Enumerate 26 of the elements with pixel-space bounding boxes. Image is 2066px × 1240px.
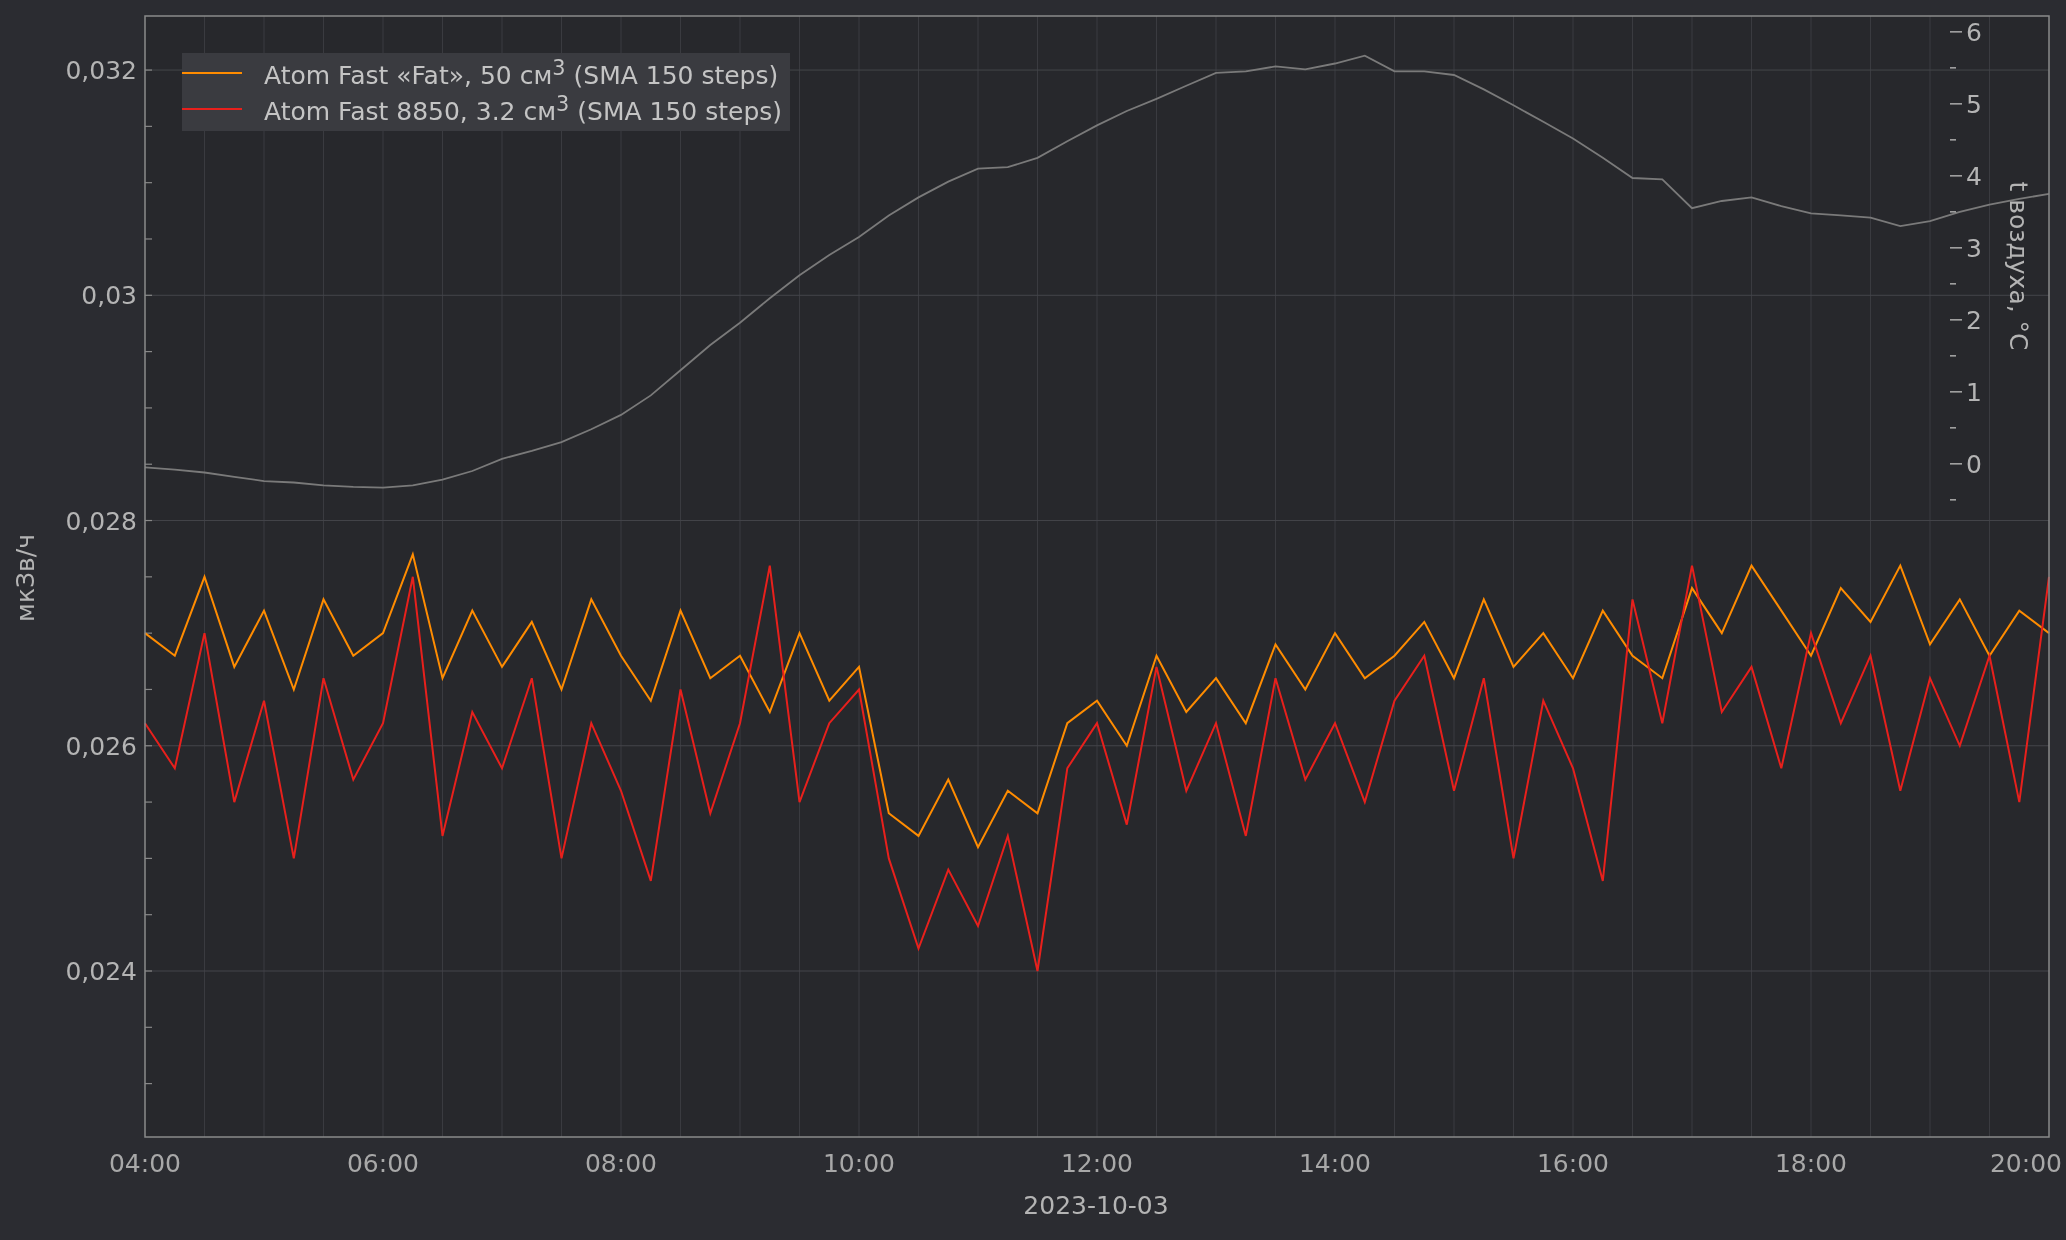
legend-label: Atom Fast «Fat», 50 см$^{3}$ (SMA 150 steps) (264, 55, 779, 91)
y2-tick-label: 0 (1966, 449, 1982, 479)
x-axis-title: 2023-10-03 (1023, 1191, 1169, 1220)
y2-tick-label: 1 (1966, 377, 1982, 407)
x-tick-label: 20:00 (1990, 1149, 2062, 1178)
y-axis-title: мкЗв/ч (11, 534, 40, 622)
x-tick-label: 08:00 (585, 1149, 657, 1178)
x-tick-label: 14:00 (1299, 1149, 1371, 1178)
y-tick-label: 0,032 (65, 56, 137, 86)
x-tick-label: 10:00 (823, 1149, 895, 1178)
y2-tick-label: 4 (1966, 161, 1982, 191)
x-tick-label: 04:00 (109, 1149, 181, 1178)
y2-axis-title: t воздуха, °C (2004, 181, 2033, 351)
y2-tick-label: 5 (1966, 89, 1982, 119)
y-tick-label: 0,024 (65, 957, 137, 986)
y-tick-label: 0,03 (81, 281, 137, 311)
y2-tick-label: 6 (1966, 17, 1982, 47)
y-tick-label: 0,026 (65, 731, 137, 761)
x-tick-label: 12:00 (1061, 1149, 1133, 1178)
x-tick-label: 06:00 (347, 1149, 419, 1178)
y2-tick-label: 2 (1966, 305, 1982, 335)
x-tick-label: 18:00 (1775, 1149, 1847, 1178)
y-tick-label: 0,028 (65, 506, 137, 536)
y2-tick-label: 3 (1966, 233, 1982, 263)
legend-label: Atom Fast 8850, 3.2 см$^{3}$ (SMA 150 steps) (264, 91, 783, 127)
x-tick-label: 16:00 (1537, 1149, 1609, 1178)
